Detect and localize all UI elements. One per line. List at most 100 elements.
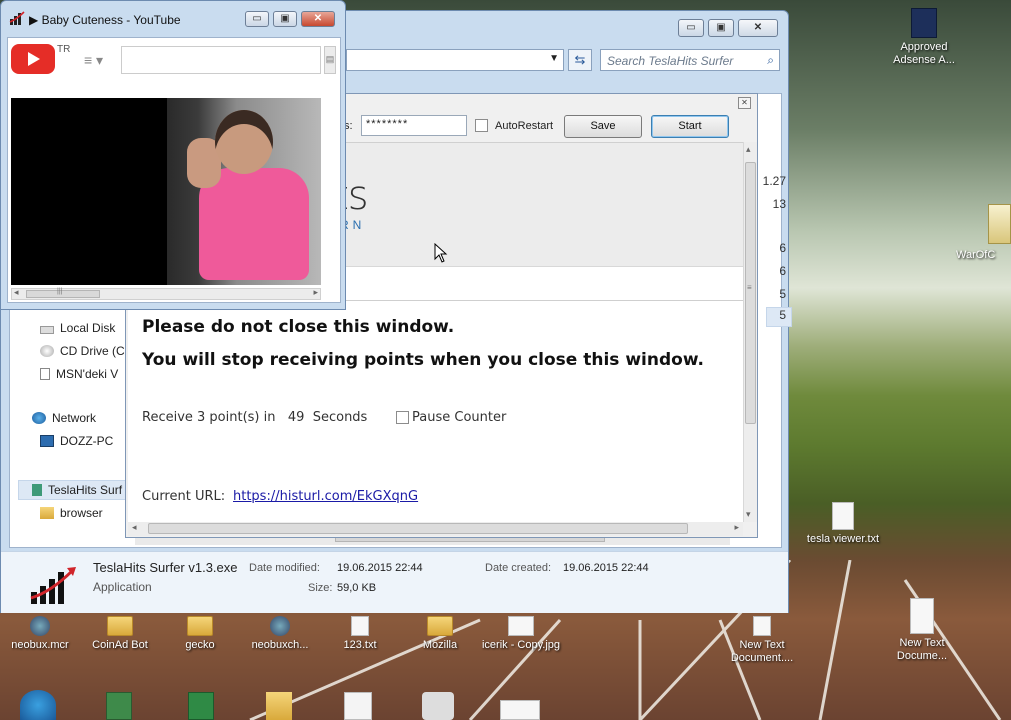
desktop-icon-label: Approved Adsense A... <box>893 41 955 66</box>
current-url-link[interactable]: https://histurl.com/EkGXqnG <box>233 489 418 504</box>
nav-item-network[interactable]: Network <box>32 411 127 425</box>
desktop-icon-coinad-bot[interactable]: CoinAd Bot <box>80 616 160 652</box>
scroll-right-arrow[interactable]: ▸ <box>734 522 739 533</box>
word-icon[interactable] <box>344 692 372 720</box>
chevron-down-icon[interactable]: ▼ <box>549 53 559 64</box>
nav-item-label: browser <box>60 506 103 520</box>
book-icon <box>911 8 937 38</box>
scroll-down-arrow[interactable]: ▾ <box>746 509 751 520</box>
video-player[interactable] <box>11 98 321 285</box>
date-created-value: 19.06.2015 22:44 <box>563 562 649 574</box>
desktop-icon-label: New Text Docume... <box>896 637 948 662</box>
horizontal-scrollbar[interactable]: ◂ ▸ <box>128 522 743 536</box>
warning-message: Please do not close this window. <box>142 317 455 337</box>
document-icon[interactable] <box>500 700 540 720</box>
close-button[interactable]: ✕ <box>301 11 335 27</box>
camera-icon[interactable] <box>422 692 454 720</box>
desktop-icon-label: neobux.mcr <box>11 639 69 651</box>
close-button[interactable]: ✕ <box>738 97 751 109</box>
search-icon[interactable]: ⌕ <box>767 53 774 68</box>
folder-icon[interactable] <box>988 204 1011 244</box>
file-icon[interactable] <box>106 692 132 720</box>
minimize-button[interactable]: ▭ <box>678 19 704 37</box>
search-input[interactable] <box>121 46 321 74</box>
pause-counter-checkbox[interactable] <box>396 411 409 424</box>
desktop-icon-approved-adsense[interactable]: Approved Adsense A... <box>884 8 964 67</box>
nav-item-msn[interactable]: MSN'deki V <box>40 367 135 381</box>
gear-icon <box>30 616 50 636</box>
window-controls: ▭ ▣ ✕ <box>245 11 335 27</box>
desktop-icon-neobuxch[interactable]: neobuxch... <box>240 616 320 652</box>
desktop-icon-gecko[interactable]: gecko <box>160 616 240 652</box>
folder-icon <box>107 616 133 636</box>
nav-item-teslahits-surfer[interactable]: TeslaHits Surf <box>32 483 135 497</box>
window-controls: ▭ ▣ ✕ <box>678 19 778 37</box>
nav-item-browser[interactable]: browser <box>40 506 135 520</box>
scrollbar-thumb[interactable] <box>148 523 688 534</box>
excel-icon[interactable] <box>188 692 214 720</box>
search-input[interactable]: Search TeslaHits Surfer ⌕ <box>600 49 780 71</box>
text-file-icon <box>832 502 854 530</box>
date-created-label: Date created: <box>485 562 552 574</box>
nav-item-label: TeslaHits Surf <box>48 483 123 497</box>
date-modified-value: 19.06.2015 22:44 <box>337 562 423 574</box>
refresh-button[interactable]: ⇆ <box>568 49 592 71</box>
desktop-icon-warofc[interactable]: WarOfC <box>956 249 1011 262</box>
youtube-logo-icon[interactable] <box>11 44 55 74</box>
desktop-icon-icerik-copy[interactable]: icerik - Copy.jpg <box>481 616 561 652</box>
autorestart-label: AutoRestart <box>495 120 554 132</box>
globe-icon[interactable] <box>20 690 56 720</box>
desktop-icon-label: gecko <box>185 639 215 651</box>
scroll-left-arrow[interactable]: ◂ <box>14 287 19 298</box>
scroll-up-arrow[interactable]: ▴ <box>746 144 751 155</box>
desktop-icon-tesla-viewer[interactable]: tesla viewer.txt <box>803 502 883 546</box>
region-label: TR <box>57 44 71 55</box>
close-button[interactable]: ✕ <box>738 19 778 37</box>
network-icon <box>32 412 46 424</box>
maximize-button[interactable]: ▣ <box>273 11 297 27</box>
folder-icon[interactable] <box>266 692 292 720</box>
horizontal-scrollbar[interactable]: ◂ ||| ▸ <box>11 287 321 300</box>
nav-item-local-disk[interactable]: Local Disk <box>40 321 135 335</box>
password-input[interactable]: ******** <box>361 115 467 136</box>
address-bar[interactable]: ▼ <box>346 49 564 71</box>
play-icon: ▶ <box>29 13 39 27</box>
scroll-left-arrow[interactable]: ◂ <box>132 522 137 533</box>
desktop-icon-label: New Text Document.... <box>730 639 794 664</box>
text-file-icon <box>753 616 771 636</box>
vertical-scrollbar[interactable]: ▤ <box>324 46 336 74</box>
save-button[interactable]: Save <box>564 115 642 138</box>
scroll-right-arrow[interactable]: ▸ <box>313 287 318 298</box>
counter-suffix: Seconds <box>312 410 368 425</box>
menu-icon[interactable]: ≡ ▾ <box>84 52 103 69</box>
nav-item-label: DOZZ-PC <box>60 434 114 448</box>
nav-item-label: Network <box>52 411 97 425</box>
minimize-button[interactable]: ▭ <box>245 11 269 27</box>
desktop-icon-new-text-document-1[interactable]: New Text Document.... <box>722 616 802 665</box>
desktop-icon-label: tesla viewer.txt <box>806 533 880 545</box>
pause-counter-label: Pause Counter <box>412 410 507 425</box>
folder-icon <box>427 616 453 636</box>
scrollbar-thumb[interactable]: ||| <box>26 288 100 298</box>
nav-item-cd-drive[interactable]: CD Drive (C <box>40 344 135 358</box>
file-value: 5 <box>766 307 792 327</box>
mouse-cursor-icon <box>434 243 448 263</box>
text-file-icon <box>351 616 369 636</box>
autorestart-checkbox[interactable] <box>475 119 488 132</box>
search-placeholder: Search TeslaHits Surfer <box>607 54 734 68</box>
file-value: 5 <box>779 287 786 301</box>
scroll-grip: ||| <box>57 288 63 295</box>
window-title: ▶ Baby Cuteness - YouTube <box>29 13 181 27</box>
image-file-icon <box>508 616 534 636</box>
maximize-button[interactable]: ▣ <box>708 19 734 37</box>
scrollbar-thumb[interactable]: ≡ <box>745 162 756 424</box>
details-pane: TeslaHits Surfer v1.3.exe Application Da… <box>1 551 788 613</box>
desktop-icon-mozilla[interactable]: Mozilla <box>400 616 480 652</box>
start-button[interactable]: Start <box>651 115 729 138</box>
vertical-scrollbar[interactable]: ▴ ≡ ▾ <box>743 142 757 522</box>
nav-item-dozz-pc[interactable]: DOZZ-PC <box>40 434 135 448</box>
desktop-icon-neobux-mcr[interactable]: neobux.mcr <box>0 616 80 652</box>
desktop-icon-label: CoinAd Bot <box>92 639 148 651</box>
desktop-icon-123-txt[interactable]: 123.txt <box>320 616 400 652</box>
desktop-icon-new-text-document-2[interactable]: New Text Docume... <box>882 598 962 663</box>
